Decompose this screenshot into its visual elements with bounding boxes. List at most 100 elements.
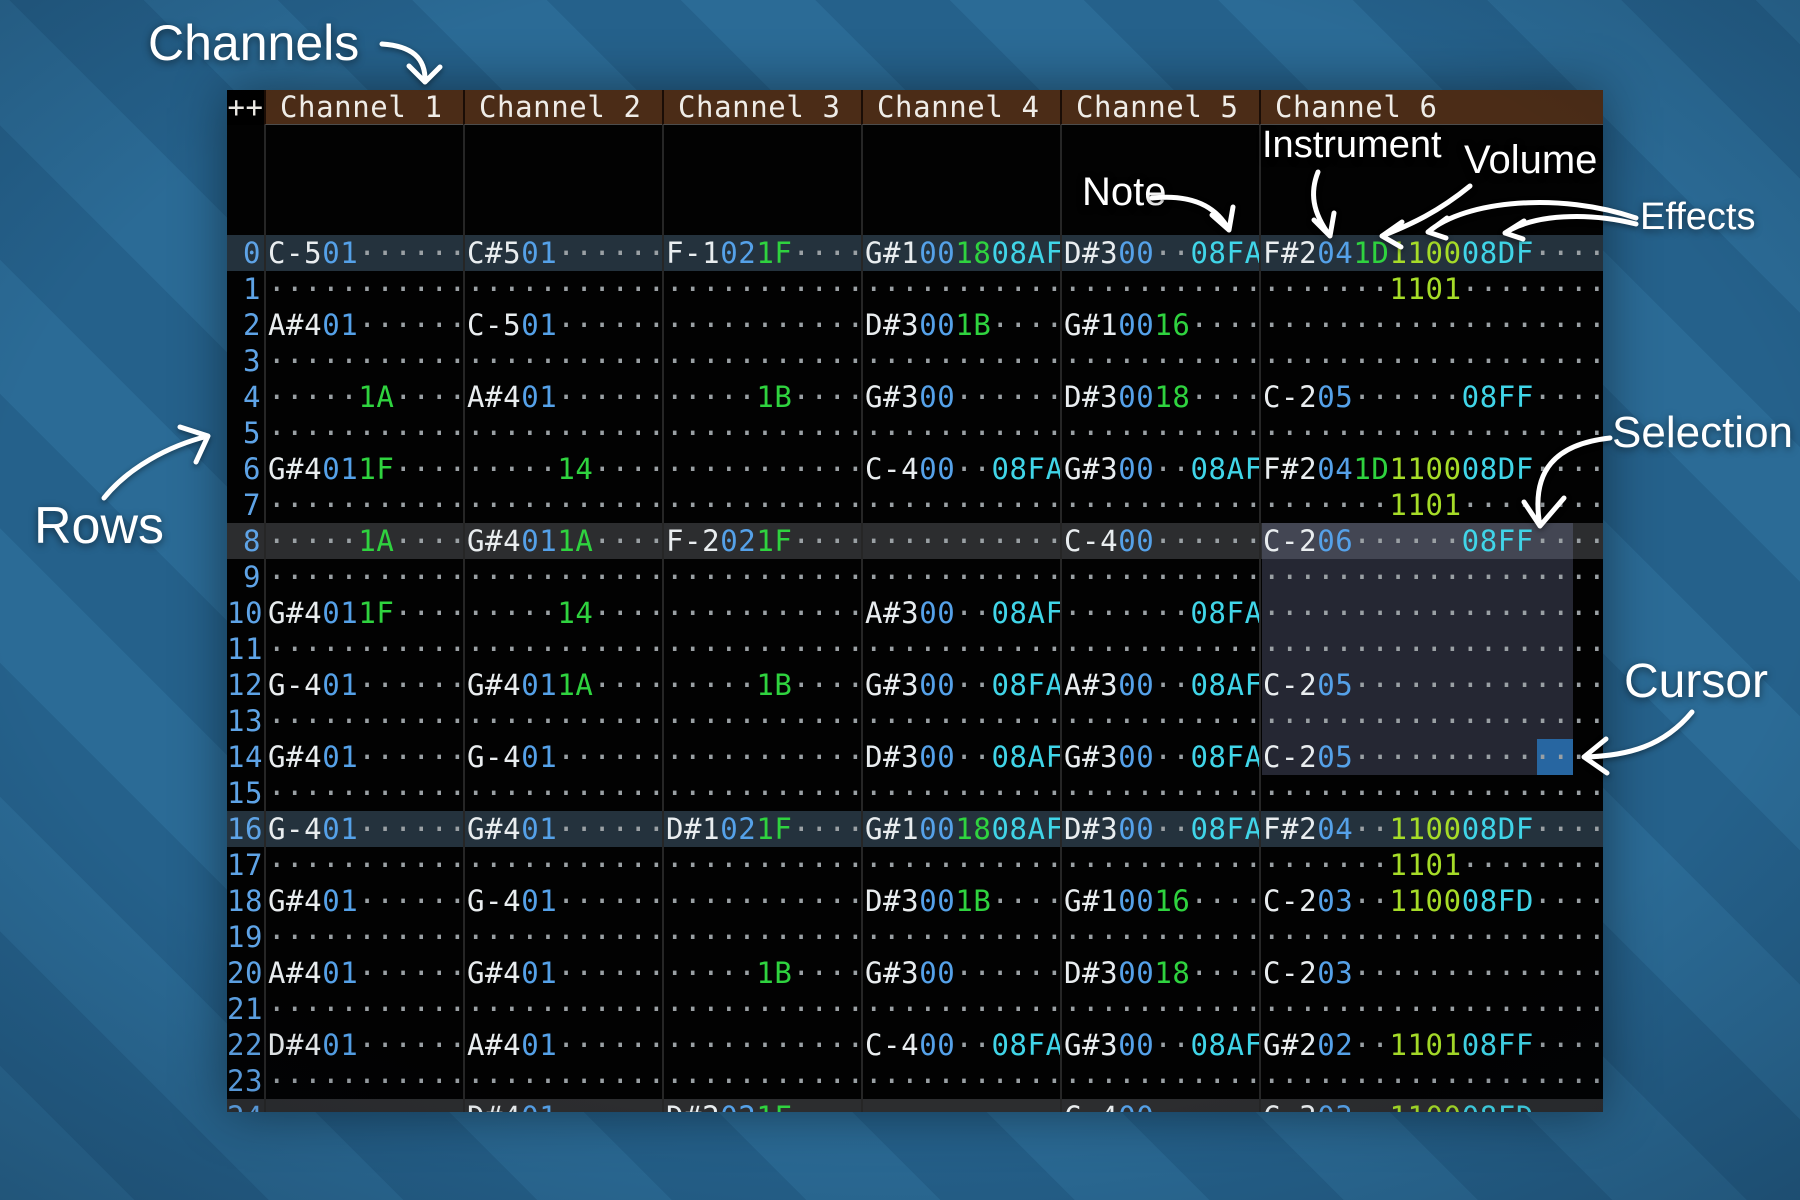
pattern-cell[interactable]: ···········: [662, 919, 861, 955]
pattern-cell[interactable]: ·······1101········: [1259, 487, 1603, 523]
pattern-cell[interactable]: ···················: [1259, 703, 1603, 739]
pattern-cell[interactable]: A#401······: [264, 955, 463, 991]
pattern-cell[interactable]: ···········: [1060, 271, 1259, 307]
pattern-cell[interactable]: A#401······: [463, 379, 662, 415]
pattern-cell[interactable]: ···········: [1060, 1063, 1259, 1099]
pattern-cell[interactable]: ···········: [264, 919, 463, 955]
channel-header[interactable]: Channel 4: [861, 90, 1060, 125]
pattern-cell[interactable]: ···················: [1259, 775, 1603, 811]
pattern-cell[interactable]: G#202··110108FF····: [1259, 1027, 1603, 1063]
channel-header[interactable]: Channel 3: [662, 90, 861, 125]
pattern-cell[interactable]: D#300··08AF: [861, 739, 1060, 775]
pattern-cell[interactable]: ···········: [1060, 343, 1259, 379]
pattern-cell[interactable]: C-400······: [1060, 1099, 1259, 1112]
pattern-cell[interactable]: G#4011F····: [264, 595, 463, 631]
pattern-cell[interactable]: ···········: [264, 847, 463, 883]
pattern-cell[interactable]: ···········: [264, 703, 463, 739]
pattern-cell[interactable]: G#300··08AF: [1060, 1027, 1259, 1063]
pattern-cell[interactable]: G#300··08FA: [1060, 739, 1259, 775]
pattern-cell[interactable]: D#300··08FA: [1060, 235, 1259, 271]
pattern-cell[interactable]: C-203··············: [1259, 955, 1603, 991]
pattern-cell[interactable]: C-400······: [1060, 523, 1259, 559]
pattern-cell[interactable]: ·····1A····: [264, 379, 463, 415]
pattern-cell[interactable]: ···········: [662, 1063, 861, 1099]
pattern-cell[interactable]: ···················: [1259, 1063, 1603, 1099]
pattern-cell[interactable]: ···········: [662, 595, 861, 631]
pattern-cell[interactable]: G-401······: [264, 811, 463, 847]
pattern-cell[interactable]: ···········: [463, 487, 662, 523]
pattern-cell[interactable]: ···········: [861, 847, 1060, 883]
pattern-cell[interactable]: ···········: [463, 271, 662, 307]
pattern-cell[interactable]: ···········: [662, 343, 861, 379]
pattern-corner-button[interactable]: ++: [227, 90, 264, 125]
pattern-cell[interactable]: C-203··110008FD····: [1259, 883, 1603, 919]
pattern-cell[interactable]: A#401······: [463, 1027, 662, 1063]
pattern-cell[interactable]: ···········: [662, 1027, 861, 1063]
pattern-cell[interactable]: ···················: [1259, 991, 1603, 1027]
pattern-cell[interactable]: ···················: [1259, 559, 1603, 595]
pattern-cell[interactable]: ···········: [1060, 703, 1259, 739]
pattern-cell[interactable]: ·····14····: [463, 595, 662, 631]
pattern-cell[interactable]: ···········: [861, 631, 1060, 667]
pattern-cell[interactable]: ···········: [463, 1063, 662, 1099]
pattern-cell[interactable]: ·······1101········: [1259, 271, 1603, 307]
pattern-cell[interactable]: ·······08FA: [1060, 595, 1259, 631]
pattern-cell[interactable]: ···················: [1259, 595, 1603, 631]
pattern-cell[interactable]: C-205··············: [1259, 667, 1603, 703]
pattern-cell[interactable]: D#3001B····: [861, 883, 1060, 919]
pattern-cell[interactable]: A#300··08AF: [1060, 667, 1259, 703]
pattern-cell[interactable]: ···········: [662, 271, 861, 307]
pattern-cell[interactable]: ···········: [264, 487, 463, 523]
pattern-cell[interactable]: G#1001808AF: [861, 235, 1060, 271]
pattern-cell[interactable]: F#2041D110008DF····: [1259, 451, 1603, 487]
pattern-cell[interactable]: C-400··08FA: [861, 1027, 1060, 1063]
pattern-cell[interactable]: ···········: [463, 919, 662, 955]
pattern-cell[interactable]: ···········: [662, 415, 861, 451]
channel-header[interactable]: Channel 6: [1259, 90, 1603, 125]
pattern-cell[interactable]: F#2041D110008DF····: [1259, 235, 1603, 271]
pattern-cell[interactable]: G#401······: [264, 739, 463, 775]
pattern-cell[interactable]: ···········: [1060, 487, 1259, 523]
pattern-cell[interactable]: ···········: [861, 703, 1060, 739]
pattern-cell[interactable]: ···········: [264, 631, 463, 667]
pattern-cell[interactable]: ···········: [861, 523, 1060, 559]
pattern-cell[interactable]: ···········: [463, 559, 662, 595]
pattern-cell[interactable]: G#4011A····: [463, 523, 662, 559]
pattern-cell[interactable]: G#4011F····: [264, 451, 463, 487]
pattern-cell[interactable]: ···········: [861, 1063, 1060, 1099]
pattern-cell[interactable]: ···········: [264, 271, 463, 307]
pattern-cell[interactable]: ···········: [1060, 847, 1259, 883]
pattern-cell[interactable]: ···········: [861, 415, 1060, 451]
pattern-cell[interactable]: D#30018····: [1060, 955, 1259, 991]
pattern-cell[interactable]: ···········: [264, 343, 463, 379]
pattern-cell[interactable]: ···········: [861, 271, 1060, 307]
pattern-cell[interactable]: F-1021F····: [662, 235, 861, 271]
pattern-cell[interactable]: D#2021F····: [662, 1099, 861, 1112]
pattern-cell[interactable]: ···········: [463, 631, 662, 667]
pattern-cell[interactable]: G#10016····: [1060, 883, 1259, 919]
pattern-cell[interactable]: ···········: [264, 991, 463, 1027]
channel-header[interactable]: Channel 1: [264, 90, 463, 125]
pattern-cell[interactable]: A#300··08AF: [861, 595, 1060, 631]
pattern-cell[interactable]: C-501······: [264, 235, 463, 271]
pattern-cell[interactable]: ·····1B····: [662, 955, 861, 991]
pattern-cell[interactable]: ···········: [463, 343, 662, 379]
pattern-cell[interactable]: ···········: [662, 739, 861, 775]
pattern-cell[interactable]: D#300··08FA: [1060, 811, 1259, 847]
pattern-cell[interactable]: ···········: [264, 415, 463, 451]
channel-header[interactable]: Channel 5: [1060, 90, 1259, 125]
pattern-cell[interactable]: ···················: [1259, 631, 1603, 667]
pattern-cell[interactable]: ···········: [463, 775, 662, 811]
pattern-cell[interactable]: ···········: [463, 991, 662, 1027]
pattern-cell[interactable]: ·····1A····: [264, 523, 463, 559]
pattern-cell[interactable]: A#401······: [264, 307, 463, 343]
pattern-cell[interactable]: G-401······: [463, 883, 662, 919]
pattern-cell[interactable]: G-401······: [463, 739, 662, 775]
pattern-cell[interactable]: ···········: [662, 451, 861, 487]
pattern-cell[interactable]: ·····1B····: [662, 379, 861, 415]
pattern-cell[interactable]: C-206······08FF····: [1259, 523, 1603, 559]
pattern-cell[interactable]: ···········: [264, 1099, 463, 1112]
pattern-cell[interactable]: ···········: [662, 631, 861, 667]
pattern-cell[interactable]: G#300··08AF: [1060, 451, 1259, 487]
pattern-cell[interactable]: D#401······: [463, 1099, 662, 1112]
